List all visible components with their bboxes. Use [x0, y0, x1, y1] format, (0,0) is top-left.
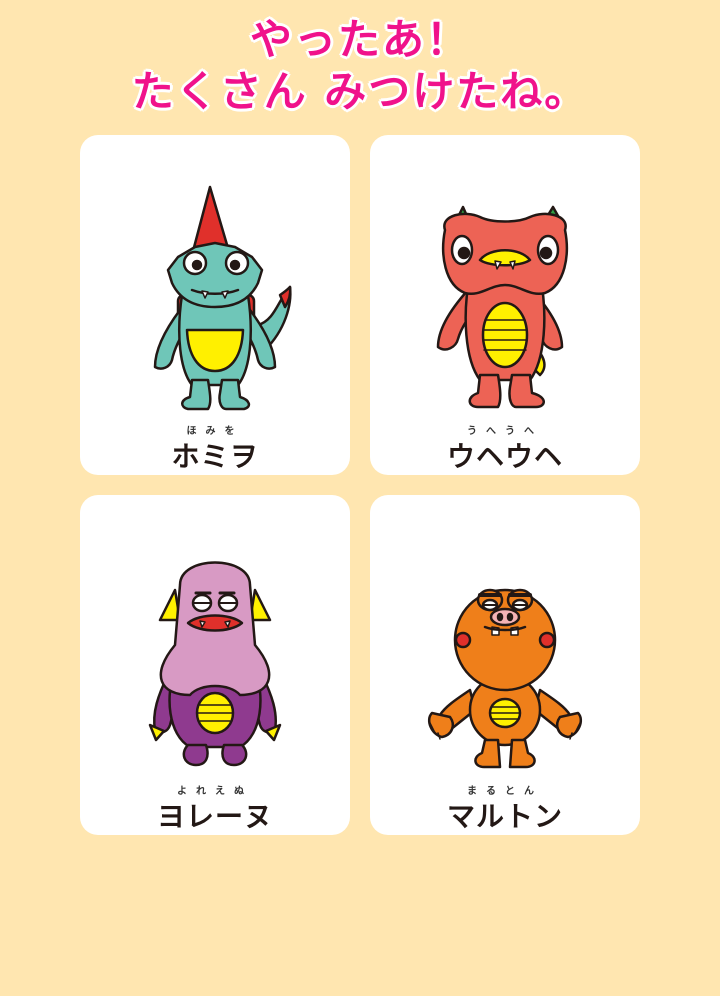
title-line-1: やったあ！ — [249, 15, 470, 64]
page-title: やったあ！ たくさん みつけたね。 — [0, 14, 720, 118]
character-card-yorenu[interactable]: よれえぬ ヨレーヌ — [80, 495, 350, 835]
character-name: ヨレーヌ — [156, 800, 273, 833]
character-card-maruton[interactable]: まるとん マルトン — [370, 495, 640, 835]
title-line-2: たくさん みつけたね。 — [131, 67, 589, 116]
character-card-uheuhe[interactable]: うへうへ ウヘウヘ — [370, 135, 640, 475]
character-name: ウヘウヘ — [446, 440, 563, 473]
character-name: マルトン — [446, 800, 563, 833]
character-card-homiwo[interactable]: ほみを ホミヲ — [80, 135, 350, 475]
character-name: ホミヲ — [171, 440, 259, 473]
